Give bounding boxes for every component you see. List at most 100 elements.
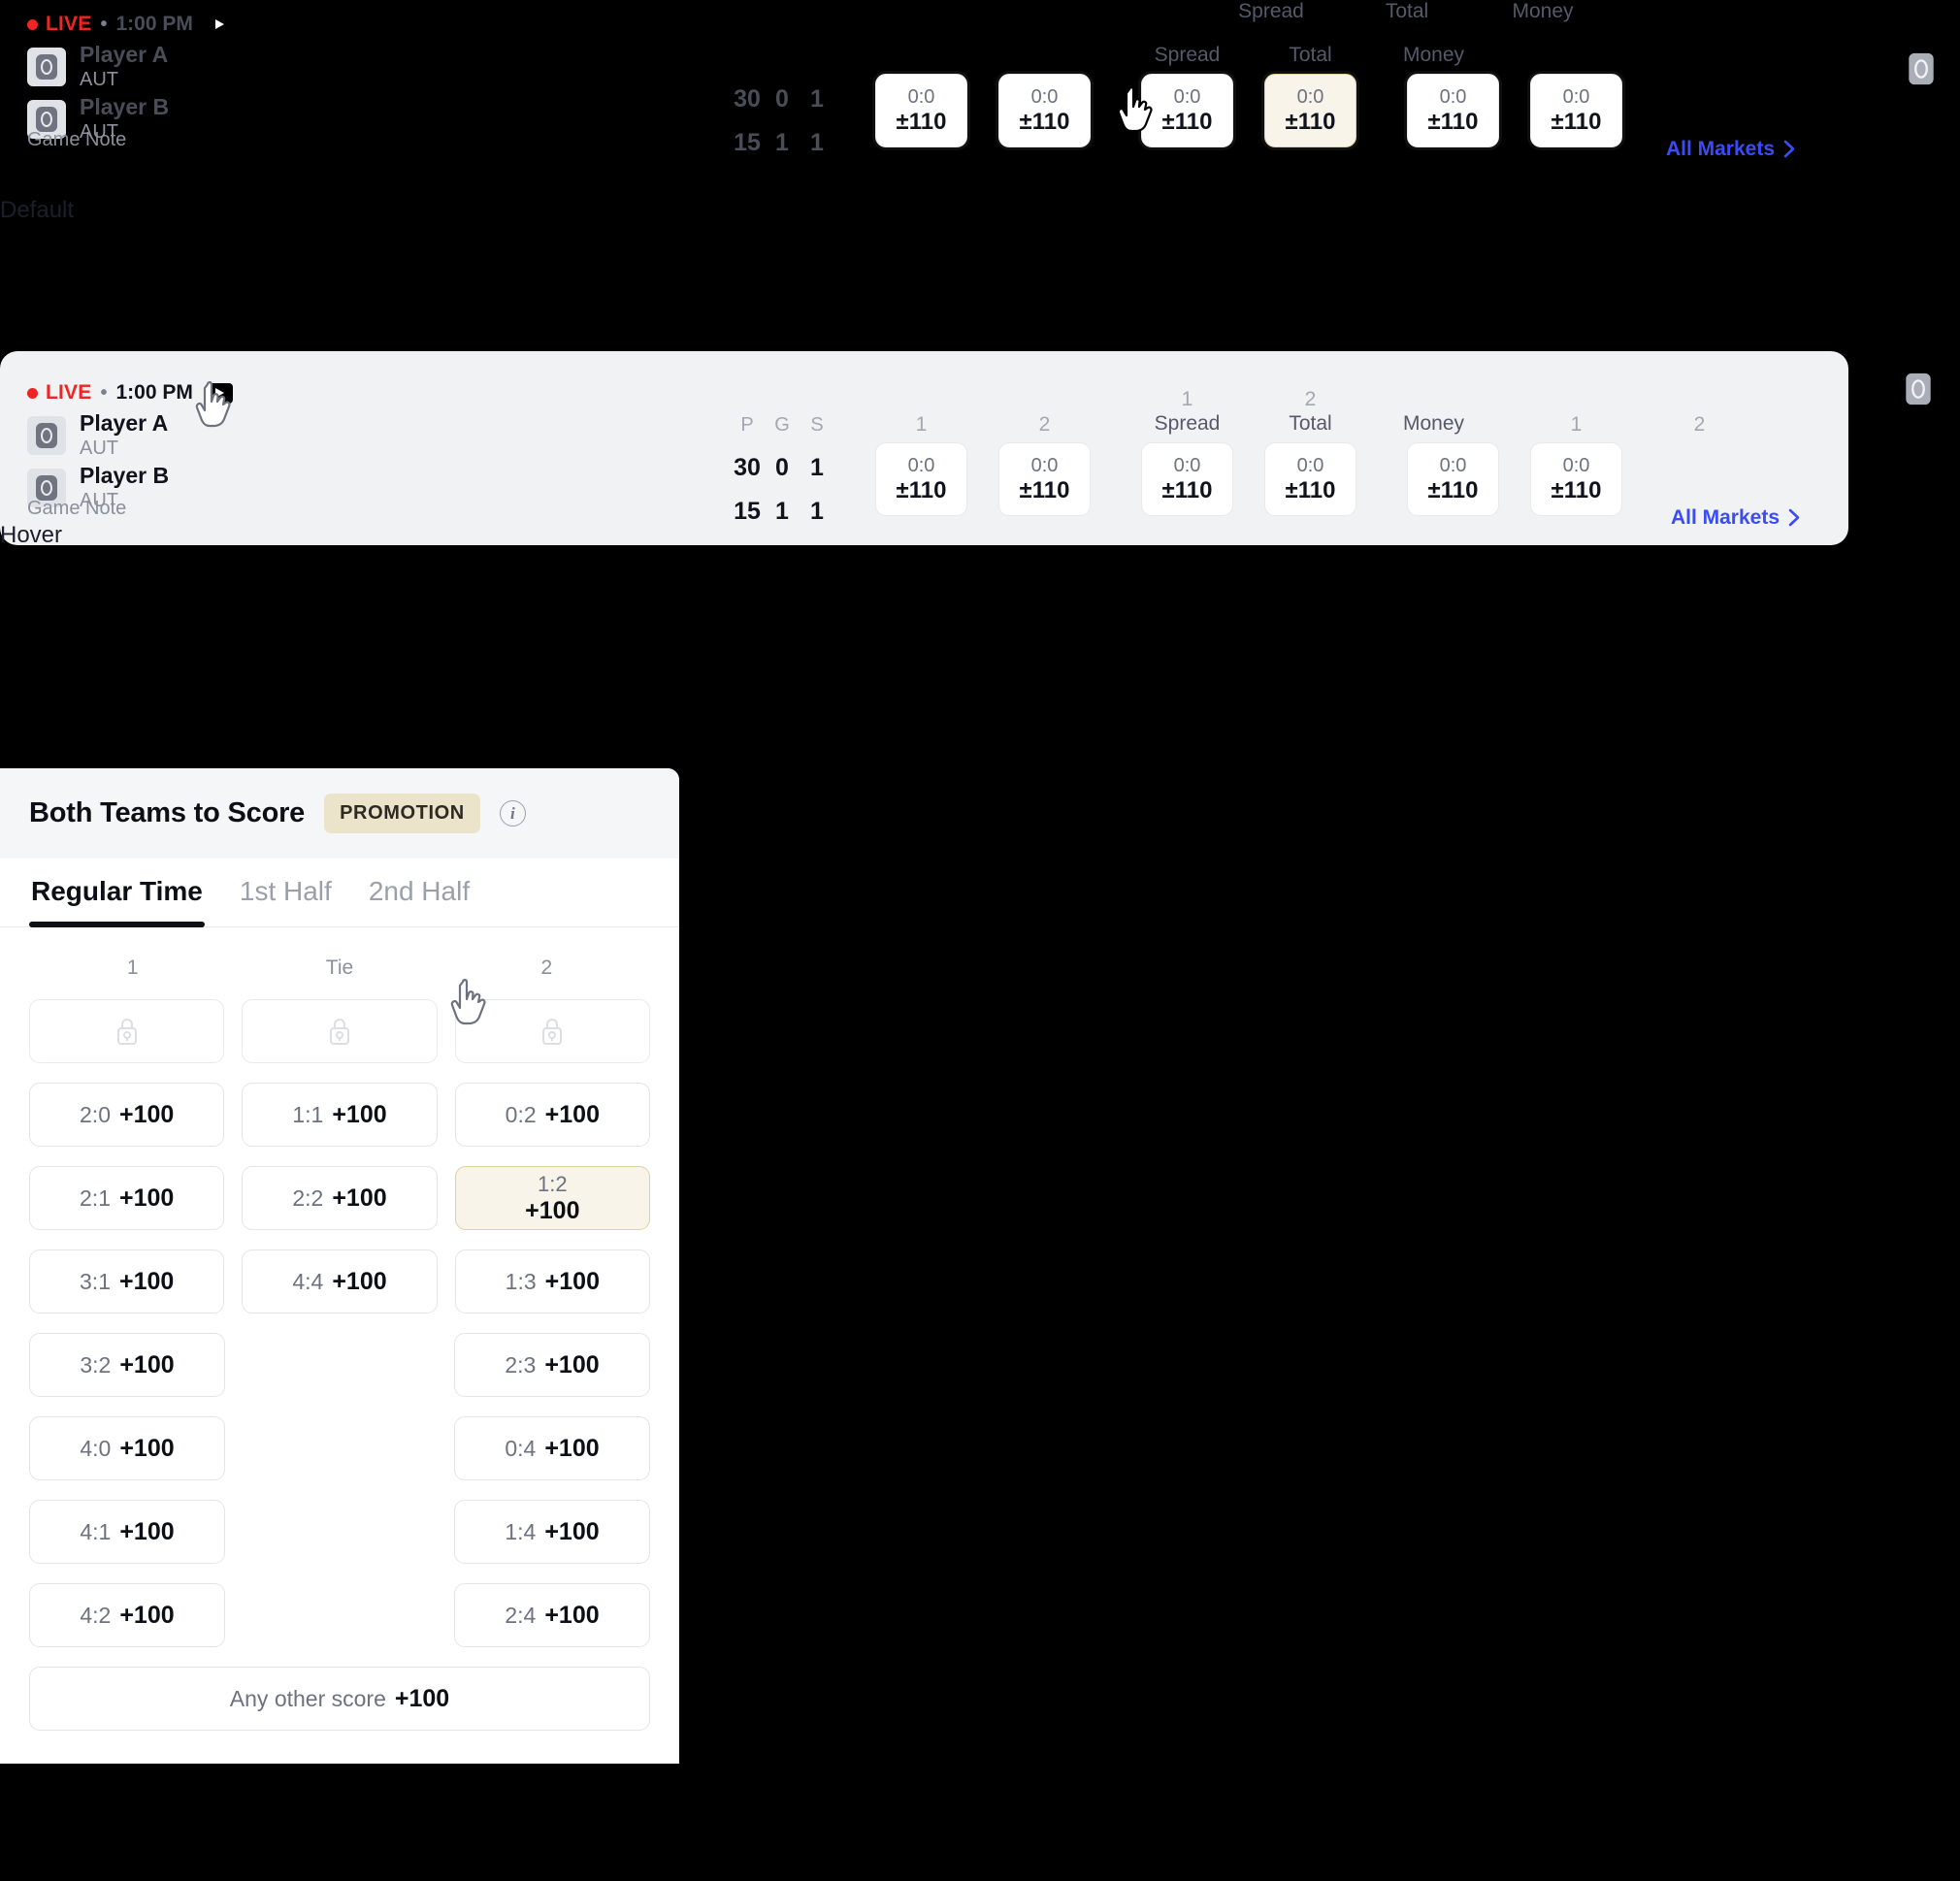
team-row: Player B AUT (27, 93, 706, 146)
stat-header-g: G (774, 414, 790, 436)
odd-price: ±110 (1019, 476, 1070, 503)
score-cell[interactable]: 4:4 +100 (242, 1249, 438, 1313)
grid-row: 2:0 +100 1:1 +100 0:2 +100 (29, 1083, 650, 1147)
score-cell[interactable]: 2:0 +100 (29, 1083, 225, 1147)
odd-button[interactable]: 0:0 ±110 (998, 74, 1091, 147)
cell-price: +100 (394, 1684, 450, 1712)
odd-price: ±110 (1019, 108, 1070, 135)
score-cell[interactable]: 3:2 +100 (29, 1333, 225, 1397)
market-panel: Both Teams to Score PROMOTION i Regular … (0, 768, 679, 1764)
score-cell[interactable]: 0:4 +100 (454, 1416, 650, 1480)
score-cell[interactable]: 1:1 +100 (242, 1083, 438, 1147)
odd-button[interactable]: 0:0 ±110 (875, 74, 967, 147)
team-name-block: Player A AUT (80, 410, 168, 461)
odd-price: ±110 (896, 476, 947, 503)
play-icon[interactable] (206, 14, 233, 35)
grid-row: 4:0 +100 0:4 +100 (29, 1416, 650, 1480)
stat-header-s: S (810, 414, 824, 436)
odd-price: ±110 (1427, 108, 1479, 135)
score-cell[interactable]: 4:2 +100 (29, 1583, 225, 1647)
odd-button[interactable]: 0:0 ±110 (1407, 442, 1499, 516)
team-name: Player B (80, 93, 170, 119)
score-s: 1 (810, 454, 824, 481)
score-cell[interactable]: 2:4 +100 (454, 1583, 650, 1647)
cell-price: +100 (119, 1350, 175, 1378)
odd-button-hovered[interactable]: 0:0 ±110 (1264, 74, 1356, 147)
markets-area: Spread Total Money 30 0 1 15 1 1 0:0 ±11… (706, 12, 1816, 160)
market-name-money: Money (1402, 43, 1465, 66)
score-p: 15 (734, 497, 761, 525)
odd-score: 0:0 (1439, 85, 1467, 108)
odd-price: ±110 (1285, 476, 1336, 503)
game-note[interactable]: Game Note (27, 129, 126, 151)
team-abbr: AUT (80, 69, 118, 91)
odd-button[interactable]: 0:0 ±110 (875, 442, 967, 516)
odd-price: ±110 (1161, 108, 1213, 135)
tab-1st-half[interactable]: 1st Half (238, 859, 334, 926)
odds-row: 30 0 1 15 1 1 0:0 ±110 0:0 ±110 0:0 ±110… (706, 74, 1816, 157)
odd-button[interactable]: 0:0 ±110 (1530, 74, 1622, 147)
market-num: 2 (1038, 412, 1051, 436)
odd-score: 0:0 (907, 85, 935, 108)
score-cell[interactable]: 0:2 +100 (454, 1083, 650, 1147)
score-g: 1 (775, 128, 789, 156)
start-time: 1:00 PM (115, 381, 193, 404)
odd-score: 0:0 (1030, 85, 1059, 108)
grid-row: 3:1 +100 4:4 +100 1:3 +100 (29, 1249, 650, 1313)
market-title: Both Teams to Score (29, 797, 306, 828)
event-row-hover[interactable]: LIVE • 1:00 PM Player A AUT Player B AUT… (0, 351, 1848, 545)
cell-score: 2:1 (80, 1184, 111, 1211)
score-cell[interactable]: 1:3 +100 (454, 1249, 650, 1313)
column-header-2: 2 (540, 957, 553, 979)
market-name-spread: Spread (1154, 43, 1221, 66)
tab-regular-time[interactable]: Regular Time (29, 859, 205, 927)
side-crest-icon-hover (1902, 369, 1935, 409)
cell-price: +100 (119, 1267, 175, 1295)
score-cell[interactable]: 4:0 +100 (29, 1416, 225, 1480)
score-cell[interactable]: 2:3 +100 (454, 1333, 650, 1397)
odd-button[interactable]: 0:0 ±110 (1141, 442, 1233, 516)
score-s: 1 (810, 85, 824, 113)
tab-2nd-half[interactable]: 2nd Half (367, 859, 472, 926)
odd-button[interactable]: 0:0 ±110 (998, 442, 1091, 516)
team-name-block: Player A AUT (80, 42, 168, 92)
odd-button[interactable]: 0:0 ±110 (1141, 74, 1233, 147)
all-markets-link[interactable]: All Markets (1666, 138, 1795, 161)
score-cell[interactable]: 4:1 +100 (29, 1500, 225, 1564)
cell-price: +100 (332, 1267, 387, 1295)
score-cell[interactable]: 2:2 +100 (242, 1166, 438, 1230)
event-row-default[interactable]: LIVE • 1:00 PM Player A AUT Player B AUT… (0, 0, 1844, 177)
market-num: 2 (1304, 387, 1317, 410)
odds-group-second: 0:0 ±110 0:0 ±110 (1126, 442, 1372, 516)
team-row: Player A AUT (27, 409, 706, 462)
live-dot-icon (27, 18, 38, 30)
score-cell[interactable]: 1:4 +100 (454, 1500, 650, 1564)
odd-button[interactable]: 0:0 ±110 (1530, 442, 1622, 516)
cell-price: +100 (544, 1350, 600, 1378)
cell-price: +100 (544, 1517, 600, 1545)
score-cell[interactable]: 3:1 +100 (29, 1249, 225, 1313)
odd-score: 0:0 (1562, 85, 1590, 108)
odd-score: 0:0 (1030, 454, 1059, 476)
team-crest-icon (27, 416, 66, 455)
event-info: LIVE • 1:00 PM Player A AUT Player B AUT… (27, 380, 706, 519)
team-name: Player B (80, 462, 170, 488)
all-markets-link[interactable]: All Markets (1671, 506, 1800, 530)
any-other-score-cell[interactable]: Any other score +100 (29, 1667, 650, 1731)
score-cell-hovered[interactable]: 1:2 +100 (454, 1166, 650, 1230)
info-icon[interactable]: i (499, 800, 526, 827)
game-note[interactable]: Game Note (27, 498, 126, 520)
cell-score: 3:1 (80, 1268, 111, 1294)
odd-button[interactable]: 0:0 ±110 (1264, 442, 1356, 516)
start-time: 1:00 PM (115, 13, 193, 35)
cell-price: +100 (544, 1601, 600, 1629)
odd-button[interactable]: 0:0 ±110 (1407, 74, 1499, 147)
all-markets-label: All Markets (1665, 137, 1775, 160)
play-icon[interactable] (206, 382, 233, 404)
score-cell[interactable]: 2:1 +100 (29, 1166, 225, 1230)
cell-price: +100 (119, 1434, 175, 1462)
market-column-headers: P G S 1 2 1 Spread 2 Total Money 1 2 (706, 380, 1821, 437)
cell-price: +100 (119, 1100, 175, 1128)
locked-cell (242, 999, 438, 1063)
live-label: LIVE (46, 13, 92, 35)
